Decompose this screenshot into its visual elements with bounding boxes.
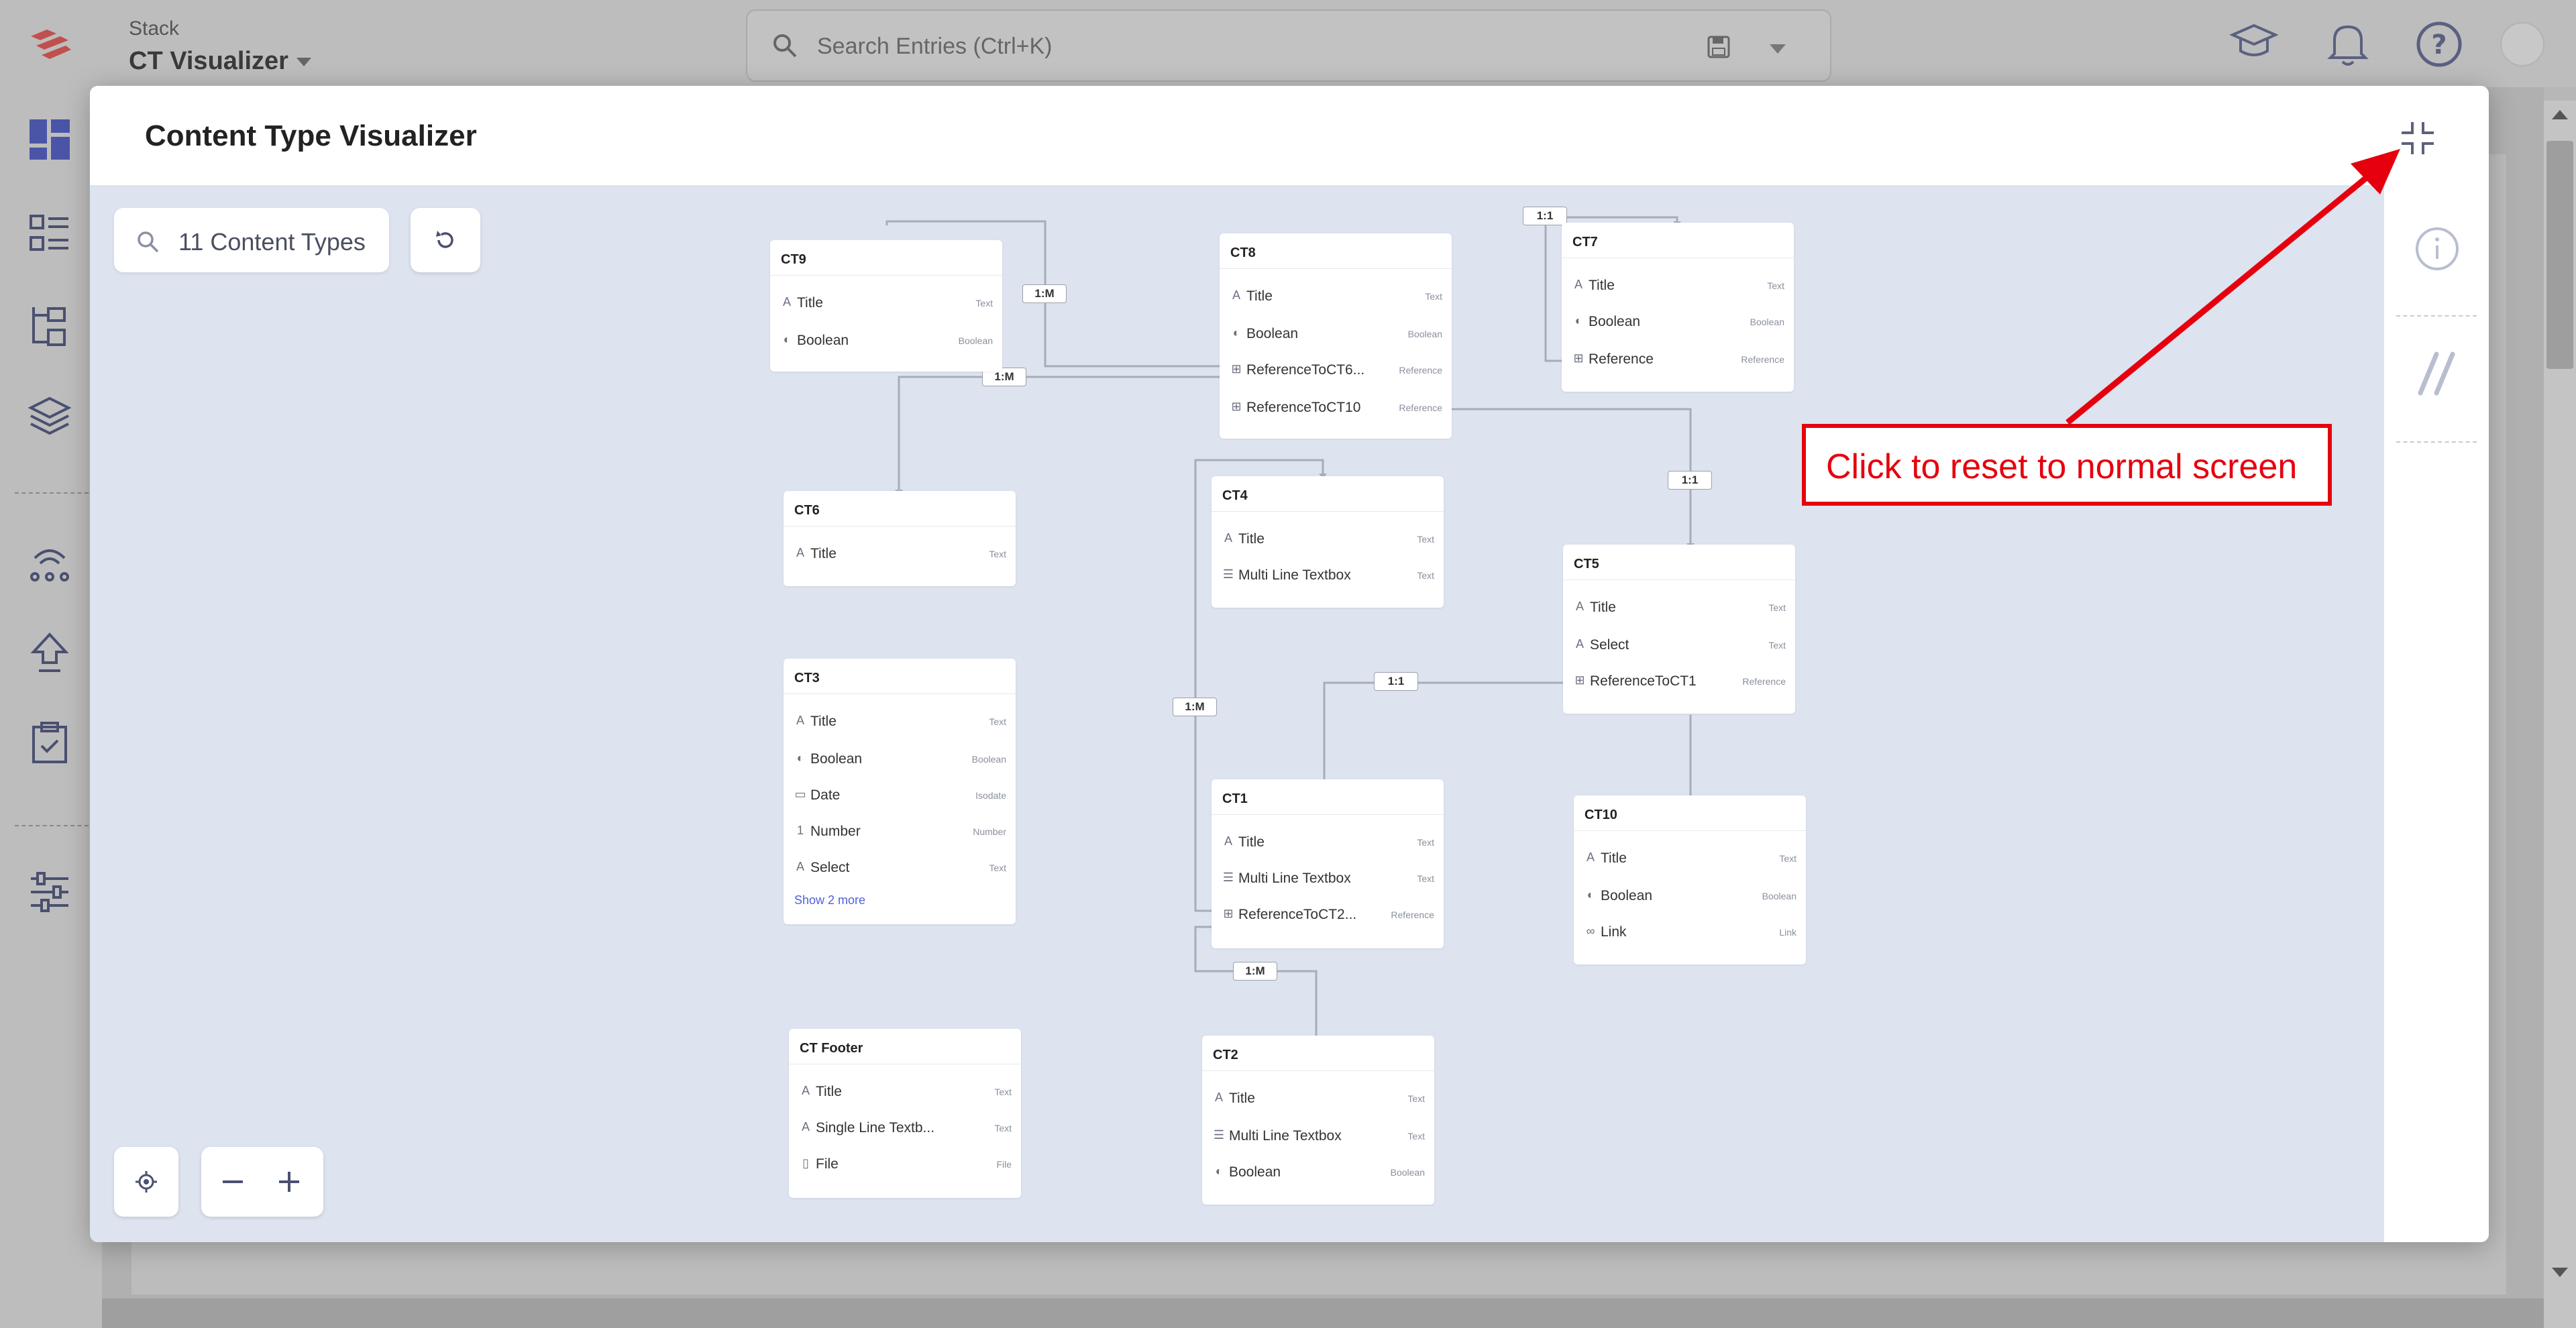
annotation-text: Click to reset to normal screen — [1826, 447, 2298, 486]
annotation-callout: Click to reset to normal screen — [1802, 424, 2332, 506]
annotation-arrow — [2065, 149, 2400, 425]
